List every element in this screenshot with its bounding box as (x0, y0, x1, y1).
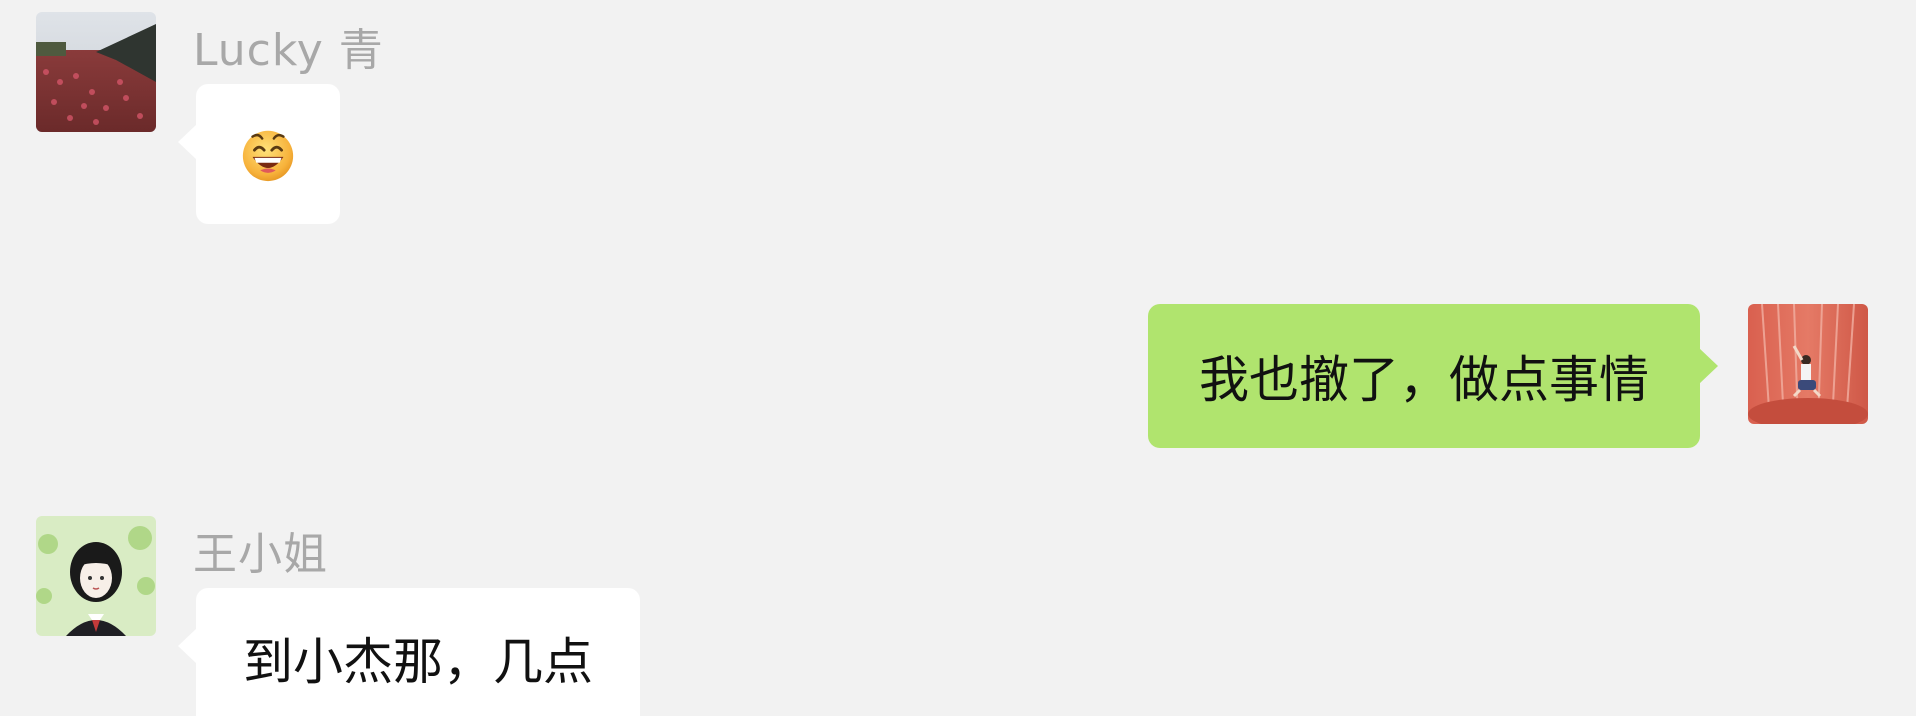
avatar-wang[interactable] (36, 516, 156, 636)
message-text: 我也撤了，做点事情 (1199, 351, 1649, 409)
chat-message-list[interactable]: Lucky 青 我也撤了，做点事情 王小姐 到小杰那，几点 (0, 0, 1916, 716)
message-text: 到小杰那，几点 (243, 633, 593, 691)
avatar-lucky[interactable] (36, 12, 156, 132)
message-bubble-incoming[interactable]: 到小杰那，几点 (178, 588, 640, 716)
grinning-face-icon (242, 130, 294, 182)
sender-name: 王小姐 (193, 529, 328, 580)
sender-name: Lucky 青 (193, 25, 384, 76)
avatar-self[interactable] (1748, 304, 1868, 424)
message-bubble-outgoing[interactable]: 我也撤了，做点事情 (1148, 304, 1718, 448)
message-bubble-emoji[interactable] (178, 84, 340, 224)
